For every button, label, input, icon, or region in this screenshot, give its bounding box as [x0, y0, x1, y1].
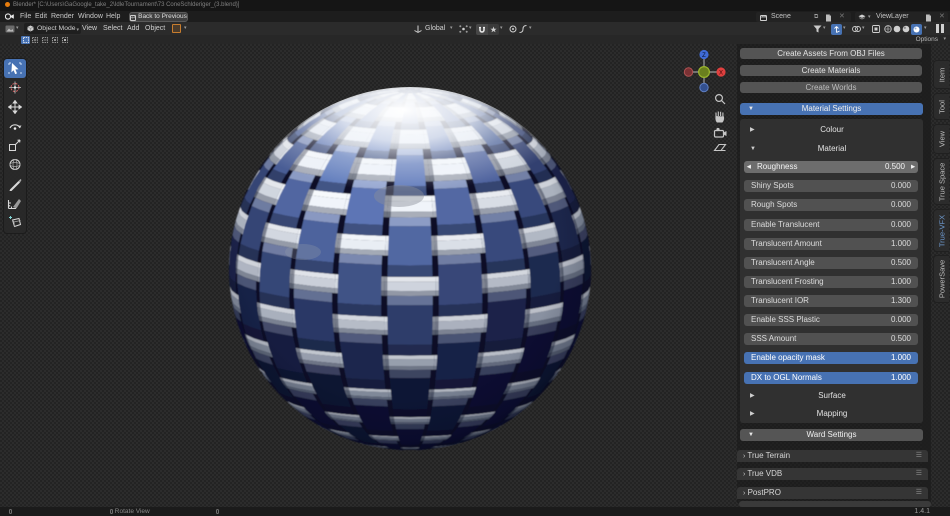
svg-text:Z: Z	[702, 53, 706, 59]
svg-text:X: X	[719, 71, 723, 77]
